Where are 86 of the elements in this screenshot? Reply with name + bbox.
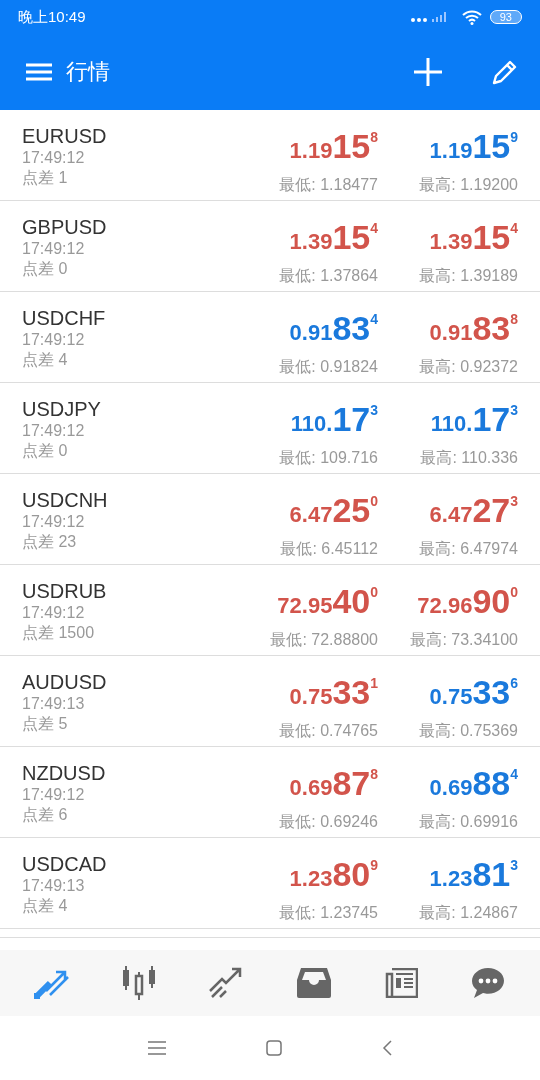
bid-price: 1.1915$^{8}$ xyxy=(289,126,378,167)
high-price: 最高: 0.75369 xyxy=(419,721,518,741)
low-price: 最低: 0.91824 xyxy=(279,357,378,377)
ask-price: 110.17$^{3}$ xyxy=(430,399,518,440)
quote-row[interactable]: EURUSD 17:49:12 点差 1 1.1915$^{8}$ 最低: 1.18477 1.1915$^{9}$ 最高: 1.19200 xyxy=(0,110,540,201)
symbol-name: GBPUSD xyxy=(22,215,108,239)
symbol-name: USDCHF xyxy=(22,306,107,330)
low-price: 最低: 72.88800 xyxy=(270,630,378,650)
quote-row[interactable]: USDCAD 17:49:13 点差 4 1.2380$^{9}$ 最低: 1.23745 1.2381$^{3}$ 最高: 1.24867 xyxy=(0,838,540,929)
high-price: 最高: 0.69916 xyxy=(419,812,518,832)
low-price: 最低: 109.716 xyxy=(279,448,378,468)
high-price: 最高: 73.34100 xyxy=(410,630,518,650)
ask-price: 1.1915$^{9}$ xyxy=(429,126,518,167)
symbol-name: USDCAD xyxy=(22,852,108,876)
ask-price: 1.2381$^{3}$ xyxy=(429,854,518,895)
quote-time: 17:49:12 xyxy=(22,603,86,623)
quote-time: 17:49:12 xyxy=(22,785,86,805)
ask-price: 1.3915$^{4}$ xyxy=(429,217,518,258)
high-price: 最高: 1.19200 xyxy=(419,175,518,195)
bid-price: 0.7533$^{1}$ xyxy=(289,672,378,713)
bid-price: 6.4725$^{0}$ xyxy=(289,490,378,531)
spread-text: 点差 1 xyxy=(22,168,69,188)
spread-text: 点差 23 xyxy=(22,532,78,552)
chat-icon xyxy=(471,967,506,999)
spread-text: 点差 6 xyxy=(22,805,69,825)
ask-price: 6.4727$^{3}$ xyxy=(429,490,518,531)
low-price: 最低: 1.18477 xyxy=(279,175,378,195)
add-icon[interactable] xyxy=(414,58,442,86)
quote-row[interactable]: NZDUSD 17:49:12 点差 6 0.6987$^{8}$ 最低: 0.69246 0.6988$^{4}$ 最高: 0.69916 xyxy=(0,747,540,838)
bid-price: 0.9183$^{4}$ xyxy=(289,308,378,349)
bid-price: 0.6987$^{8}$ xyxy=(289,763,378,804)
high-price: 最高: 1.39189 xyxy=(419,266,518,286)
high-price: 最高: 6.47974 xyxy=(419,539,518,559)
spread-text: 点差 0 xyxy=(22,441,69,461)
low-price: 最低: 1.37864 xyxy=(279,266,378,286)
quote-time: 17:49:12 xyxy=(22,330,86,350)
inbox-icon xyxy=(296,968,331,998)
symbol-name: NZDUSD xyxy=(22,761,107,785)
spread-text: 点差 4 xyxy=(22,350,69,370)
menu-icon[interactable] xyxy=(26,63,52,81)
high-price: 最高: 110.336 xyxy=(420,448,518,468)
quote-time: 17:49:12 xyxy=(22,148,86,168)
low-price: 最低: 6.45112 xyxy=(280,539,378,559)
back-icon[interactable] xyxy=(382,1040,392,1056)
ask-price: 0.7533$^{6}$ xyxy=(429,672,518,713)
quote-time: 17:49:12 xyxy=(22,239,86,259)
quote-row[interactable]: USDJPY 17:49:12 点差 0 110.17$^{3}$ 最低: 109.716 110.17$^{3}$ 最高: 110.336 xyxy=(0,383,540,474)
symbol-name: AUDUSD xyxy=(22,670,108,694)
ask-price: 0.6988$^{4}$ xyxy=(429,763,518,804)
quote-time: 17:49:13 xyxy=(22,876,86,896)
low-price: 最低: 0.69246 xyxy=(279,812,378,832)
app-title: 行情 xyxy=(66,58,111,86)
home-icon[interactable] xyxy=(266,1040,282,1056)
recents-icon[interactable] xyxy=(148,1041,166,1055)
spread-text: 点差 5 xyxy=(22,714,69,734)
bid-price: 1.3915$^{4}$ xyxy=(289,217,378,258)
ask-price: 72.9690$^{0}$ xyxy=(417,581,518,622)
low-price: 最低: 0.74765 xyxy=(279,721,378,741)
low-price: 最低: 1.23745 xyxy=(279,903,378,923)
status-time: 晚上10:49 xyxy=(18,7,86,27)
bid-price: 1.2380$^{9}$ xyxy=(289,854,378,895)
ask-price: 0.9183$^{8}$ xyxy=(429,308,518,349)
bid-price: 110.17$^{3}$ xyxy=(290,399,378,440)
quote-time: 17:49:13 xyxy=(22,694,86,714)
quote-row[interactable]: GBPUSD 17:49:12 点差 0 1.3915$^{4}$ 最低: 1.37864 1.3915$^{4}$ 最高: 1.39189 xyxy=(0,201,540,292)
quote-time: 17:49:12 xyxy=(22,421,86,441)
symbol-name: USDCNH xyxy=(22,488,109,512)
spread-text: 点差 0 xyxy=(22,259,69,279)
bid-price: 72.9540$^{0}$ xyxy=(277,581,378,622)
quote-time: 17:49:12 xyxy=(22,512,86,532)
battery-indicator: 93 xyxy=(489,10,522,24)
pencil-icon[interactable] xyxy=(492,59,518,85)
symbol-name: USDJPY xyxy=(22,397,102,421)
quote-row[interactable]: USDCNH 17:49:12 点差 23 6.4725$^{0}$ 最低: 6.45112 6.4727$^{3}$ 最高: 6.47974 xyxy=(0,474,540,565)
spread-text: 点差 4 xyxy=(22,896,69,916)
high-price: 最高: 0.92372 xyxy=(419,357,518,377)
spread-text: 点差 1500 xyxy=(22,623,96,643)
wifi-icon xyxy=(461,9,482,25)
quote-row[interactable]: USDRUB 17:49:12 点差 1500 72.9540$^{0}$ 最低: 72.88800 72.9690$^{0}$ 最高: 73.34100 xyxy=(0,565,540,656)
quote-row[interactable]: AUDUSD 17:49:13 点差 5 0.7533$^{1}$ 最低: 0.74765 0.7533$^{6}$ 最高: 0.75369 xyxy=(0,656,540,747)
symbol-name: USDRUB xyxy=(22,579,108,603)
candlestick-icon xyxy=(121,966,157,1000)
high-price: 最高: 1.24867 xyxy=(419,903,518,923)
symbol-name: EURUSD xyxy=(22,124,108,148)
newspaper-icon xyxy=(383,968,418,998)
quote-row[interactable]: USDCHF 17:49:12 点差 4 0.9183$^{4}$ 最低: 0.91824 0.9183$^{8}$ 最高: 0.92372 xyxy=(0,292,540,383)
